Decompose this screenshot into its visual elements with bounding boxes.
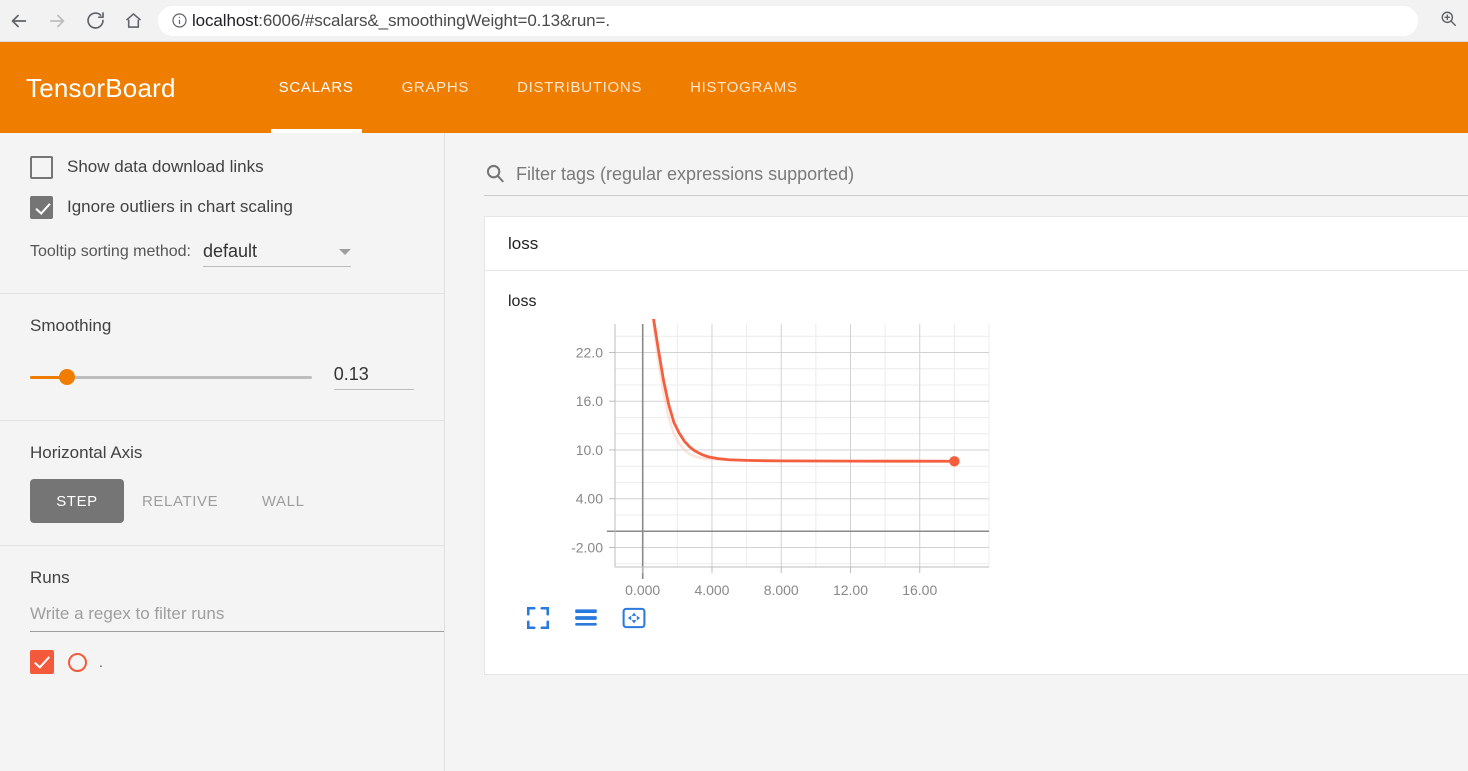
svg-text:-2.00: -2.00 <box>571 539 603 555</box>
tooltip-sorting-label: Tooltip sorting method: <box>30 243 191 260</box>
chart-plot-area[interactable]: 22.0 16.0 10.0 4.00 -2.00 0.000 4.000 8.000 12.0… <box>508 314 1008 599</box>
tag-filter-bar[interactable]: Filter tags (regular expressions support… <box>484 153 1468 196</box>
loss-line-chart[interactable]: 22.0 16.0 10.0 4.00 -2.00 0.000 4.000 8.000 12.0… <box>508 314 1008 599</box>
scalar-card-header[interactable]: loss <box>485 217 1468 271</box>
data-table-icon[interactable] <box>573 605 599 631</box>
tooltip-sorting-row: Tooltip sorting method: default <box>30 241 414 267</box>
chart-title: loss <box>508 293 537 310</box>
tooltip-sorting-value: default <box>202 241 258 261</box>
smoothing-title: Smoothing <box>30 316 112 335</box>
show-download-links-row[interactable]: Show data download links <box>30 147 414 187</box>
back-button[interactable] <box>0 2 38 40</box>
browser-toolbar: localhost:6006/#scalars&_smoothingWeight… <box>0 0 1468 42</box>
main-nav-tabs: SCALARS GRAPHS DISTRIBUTIONS HISTOGRAMS <box>255 42 822 133</box>
scalar-group-title: loss <box>508 233 539 253</box>
svg-text:22.0: 22.0 <box>576 344 603 360</box>
runs-title: Runs <box>30 568 70 587</box>
runs-section: Runs Write a regex to filter runs . <box>0 546 444 674</box>
svg-text:12.00: 12.00 <box>833 582 868 598</box>
arrow-right-icon <box>46 10 68 32</box>
display-options-section: Show data download links Ignore outliers… <box>0 147 444 293</box>
chevron-down-icon <box>338 249 351 255</box>
search-icon <box>484 162 506 184</box>
run-label: . <box>99 654 103 670</box>
horizontal-axis-section: Horizontal Axis STEP RELATIVE WALL <box>0 421 444 545</box>
runs-filter-placeholder: Write a regex to filter runs <box>30 604 225 623</box>
svg-text:4.000: 4.000 <box>694 582 729 598</box>
ignore-outliers-row[interactable]: Ignore outliers in chart scaling <box>30 187 414 227</box>
home-button[interactable] <box>114 2 152 40</box>
smoothing-value[interactable]: 0.13 <box>333 364 414 390</box>
horizontal-axis-title: Horizontal Axis <box>30 443 143 462</box>
smoothing-slider[interactable] <box>30 369 312 385</box>
tab-graphs[interactable]: GRAPHS <box>378 42 494 133</box>
tab-scalars[interactable]: SCALARS <box>255 42 378 133</box>
smoothing-control: 0.13 <box>30 364 414 390</box>
reset-zoom-icon[interactable] <box>621 605 647 631</box>
svg-text:10.0: 10.0 <box>576 442 603 458</box>
svg-text:16.00: 16.00 <box>902 582 937 598</box>
run-color-swatch <box>68 652 87 672</box>
axis-option-relative[interactable]: RELATIVE <box>124 479 236 523</box>
arrow-left-icon <box>8 10 30 32</box>
tag-filter-placeholder: Filter tags (regular expressions support… <box>516 163 855 184</box>
axis-option-step[interactable]: STEP <box>30 479 124 523</box>
zoom-in-icon <box>1439 9 1458 33</box>
address-bar[interactable]: localhost:6006/#scalars&_smoothingWeight… <box>158 5 1418 36</box>
smoothing-slider-thumb[interactable] <box>58 369 75 385</box>
tooltip-sorting-select[interactable]: default <box>202 241 351 267</box>
reload-icon <box>85 10 106 31</box>
settings-sidebar: Show data download links Ignore outliers… <box>0 133 445 771</box>
svg-text:8.000: 8.000 <box>764 582 799 598</box>
tab-distributions[interactable]: DISTRIBUTIONS <box>493 42 666 133</box>
axis-option-wall[interactable]: WALL <box>236 479 330 523</box>
chart-toolbar <box>525 605 1468 631</box>
ignore-outliers-label: Ignore outliers in chart scaling <box>67 197 293 216</box>
app-header: TensorBoard SCALARS GRAPHS DISTRIBUTIONS… <box>0 42 1468 133</box>
app-logo: TensorBoard <box>26 73 176 103</box>
smoothing-section: Smoothing 0.13 <box>0 294 444 420</box>
reload-button[interactable] <box>76 2 114 40</box>
zoom-in-button[interactable] <box>1428 2 1468 40</box>
ignore-outliers-checkbox[interactable] <box>30 195 53 219</box>
home-icon <box>123 10 144 31</box>
runs-filter-input[interactable]: Write a regex to filter runs <box>30 604 444 632</box>
svg-text:4.00: 4.00 <box>576 491 603 507</box>
main-content: Filter tags (regular expressions support… <box>446 133 1468 771</box>
expand-chart-icon[interactable] <box>525 605 551 631</box>
info-circle-icon[interactable] <box>166 10 192 32</box>
url-path: :6006/#scalars&_smoothingWeight=0.13&run… <box>258 10 610 30</box>
scalar-card: loss loss 22.0 16.0 10.0 4.00 -2.00 0.000 4.00… <box>484 216 1468 675</box>
tab-histograms[interactable]: HISTOGRAMS <box>666 42 822 133</box>
address-bar-url: localhost:6006/#scalars&_smoothingWeight… <box>192 11 610 31</box>
show-download-links-checkbox[interactable] <box>30 155 53 179</box>
show-download-links-label: Show data download links <box>67 157 264 176</box>
run-checkbox[interactable] <box>30 650 54 674</box>
svg-text:0.000: 0.000 <box>625 582 660 598</box>
horizontal-axis-options: STEP RELATIVE WALL <box>30 479 414 523</box>
svg-text:16.0: 16.0 <box>576 393 603 409</box>
forward-button[interactable] <box>38 2 76 40</box>
run-list-item[interactable]: . <box>30 650 414 674</box>
url-host: localhost <box>192 10 259 30</box>
